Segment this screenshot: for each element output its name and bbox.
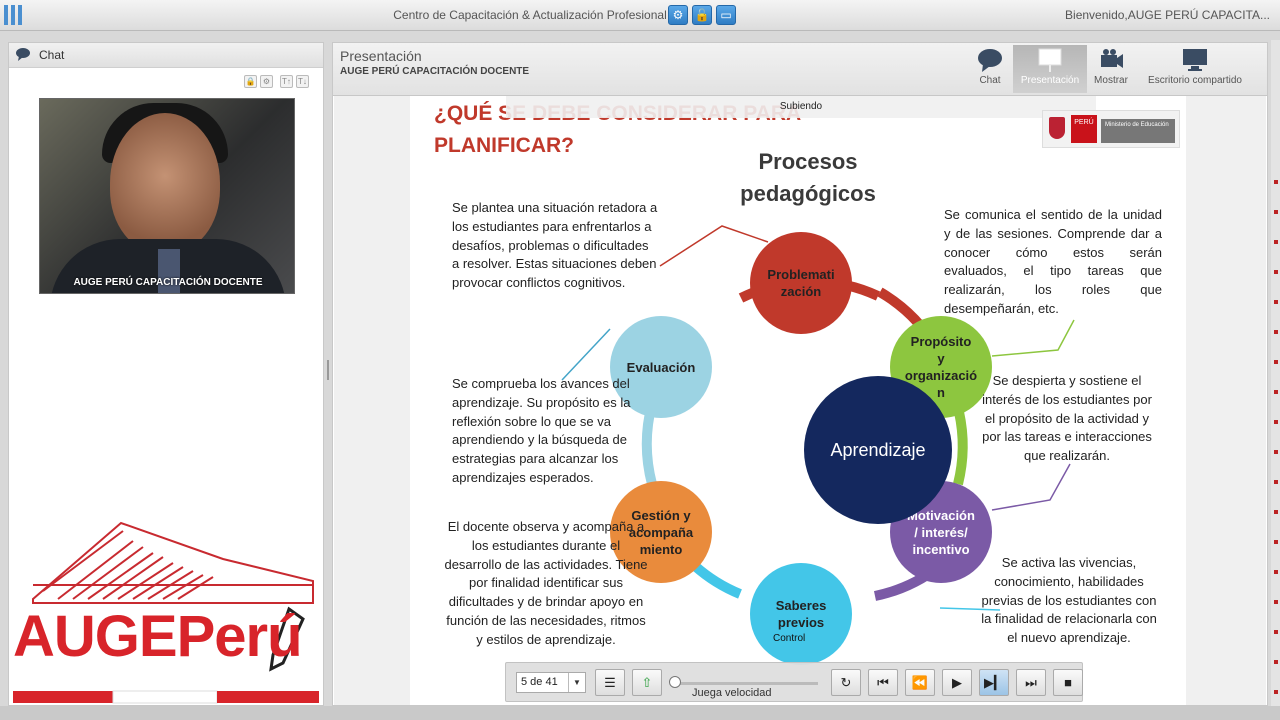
- process-circle-center: Aprendizaje: [804, 376, 952, 524]
- tab-chat-label: Chat: [979, 75, 1001, 86]
- bottom-status-strip: [0, 706, 1280, 720]
- player-control-label[interactable]: Control: [773, 633, 805, 644]
- next-icon: ▶▎: [984, 675, 1004, 690]
- page-select[interactable]: 5 de 41 ▼: [516, 672, 586, 693]
- text-motivacion: Se despierta y sostiene el interés de lo…: [982, 373, 1152, 464]
- text-gestion: El docente observa y acompaña a los estu…: [444, 519, 648, 647]
- chat-panel: Chat 🔒 ⚙ T↑ T↓ AUGE PERÚ CAPACITACIÓN DO…: [8, 42, 324, 706]
- reload-icon: ↻: [840, 675, 852, 690]
- app-logo-icon[interactable]: [4, 5, 26, 25]
- slide: ¿QUÉ SE DEBE CONSIDERAR PARA PLANIFICAR?…: [410, 96, 1186, 705]
- text-proposito: Se comunica el sentido de la unidad y de…: [944, 207, 1162, 316]
- tab-desktop-share[interactable]: Escritorio compartido: [1139, 45, 1251, 93]
- skip-first-icon: ⏮: [877, 675, 889, 690]
- upload-button[interactable]: ⇧: [632, 669, 662, 696]
- rewind-icon: ⏪: [911, 675, 929, 690]
- reload-button[interactable]: ↻: [831, 669, 861, 696]
- tab-presentation-label: Presentación: [1020, 75, 1080, 86]
- welcome-text: Bienvenido,AUGE PERÚ CAPACITA...: [1065, 8, 1270, 22]
- right-edge-scrollbar[interactable]: [1271, 40, 1280, 720]
- rewind-button[interactable]: ⏪: [905, 669, 935, 696]
- presentation-subtitle: AUGE PERÚ CAPACITACIÓN DOCENTE: [340, 66, 530, 77]
- chevron-down-icon[interactable]: ▼: [568, 673, 585, 692]
- font-decrease-icon[interactable]: T↓: [296, 75, 309, 88]
- speed-slider-track[interactable]: [676, 682, 818, 685]
- stop-icon: ■: [1064, 675, 1072, 690]
- chat-bubble-icon: [16, 48, 30, 61]
- play-icon: ▶: [952, 675, 962, 690]
- webcam-video: AUGE PERÚ CAPACITACIÓN DOCENTE: [39, 98, 295, 294]
- tab-chat[interactable]: Chat: [969, 45, 1011, 93]
- slide-viewport: ¿QUÉ SE DEBE CONSIDERAR PARA PLANIFICAR?…: [334, 96, 1266, 705]
- settings-icon[interactable]: ⚙: [260, 75, 273, 88]
- text-saberes: Se activa las vivencias, conocimiento, h…: [981, 555, 1157, 646]
- slide-list-button[interactable]: ☰: [595, 669, 625, 696]
- last-slide-button[interactable]: ⏭: [1016, 669, 1046, 696]
- list-icon: ☰: [604, 675, 616, 690]
- presentation-board-icon: [1038, 48, 1062, 72]
- upload-icon: ⇧: [641, 675, 653, 690]
- monitor-icon: [1183, 49, 1207, 71]
- text-problematizacion: Se plantea una situación retadora a los …: [452, 200, 658, 291]
- skip-last-icon: ⏭: [1025, 675, 1037, 690]
- app-title: Centro de Capacitación & Actualización P…: [393, 8, 667, 22]
- presentation-title: Presentación: [340, 48, 422, 64]
- chat-bubble-icon: [978, 49, 1002, 72]
- presentation-header: Presentación AUGE PERÚ CAPACITACIÓN DOCE…: [333, 43, 1267, 96]
- chat-panel-title: Chat: [39, 48, 65, 62]
- camera-icon: [1101, 49, 1123, 68]
- page-select-value: 5 de 41: [521, 676, 558, 688]
- play-button[interactable]: ▶: [942, 669, 972, 696]
- process-circle-problematizacion: Problemati zación: [750, 232, 852, 334]
- text-evaluacion: Se comprueba los avances del aprendizaje…: [452, 376, 631, 485]
- tab-presentation[interactable]: Presentación: [1013, 45, 1087, 93]
- process-circle-saberes: Saberes previos: [750, 563, 852, 665]
- lock-icon[interactable]: 🔓: [692, 5, 712, 25]
- slide-player-controls: 5 de 41 ▼ ☰ ⇧ Juega velocidad ↻ ⏮ ⏪ ▶ ▶▎…: [505, 662, 1083, 702]
- lock-icon[interactable]: 🔒: [244, 75, 257, 88]
- settings-gear-icon[interactable]: ⚙: [668, 5, 688, 25]
- window-icon[interactable]: ▭: [716, 5, 736, 25]
- top-bar: Centro de Capacitación & Actualización P…: [0, 0, 1280, 31]
- brand-name: AUGEPerú: [13, 604, 303, 669]
- tab-desktop-share-label: Escritorio compartido: [1148, 75, 1242, 86]
- next-slide-button[interactable]: ▶▎: [979, 669, 1009, 696]
- speed-slider-handle[interactable]: [669, 676, 681, 688]
- presentation-panel: Presentación AUGE PERÚ CAPACITACIÓN DOCE…: [332, 42, 1268, 706]
- chat-panel-header: Chat: [9, 43, 323, 68]
- first-slide-button[interactable]: ⏮: [868, 669, 898, 696]
- speed-label: Juega velocidad: [692, 687, 772, 699]
- panel-splitter-icon[interactable]: [326, 360, 330, 380]
- stop-button[interactable]: ■: [1053, 669, 1083, 696]
- video-caption: AUGE PERÚ CAPACITACIÓN DOCENTE: [73, 277, 263, 288]
- tab-show-label: Mostrar: [1094, 75, 1128, 86]
- font-increase-icon[interactable]: T↑: [280, 75, 293, 88]
- tab-show[interactable]: Mostrar: [1089, 45, 1133, 93]
